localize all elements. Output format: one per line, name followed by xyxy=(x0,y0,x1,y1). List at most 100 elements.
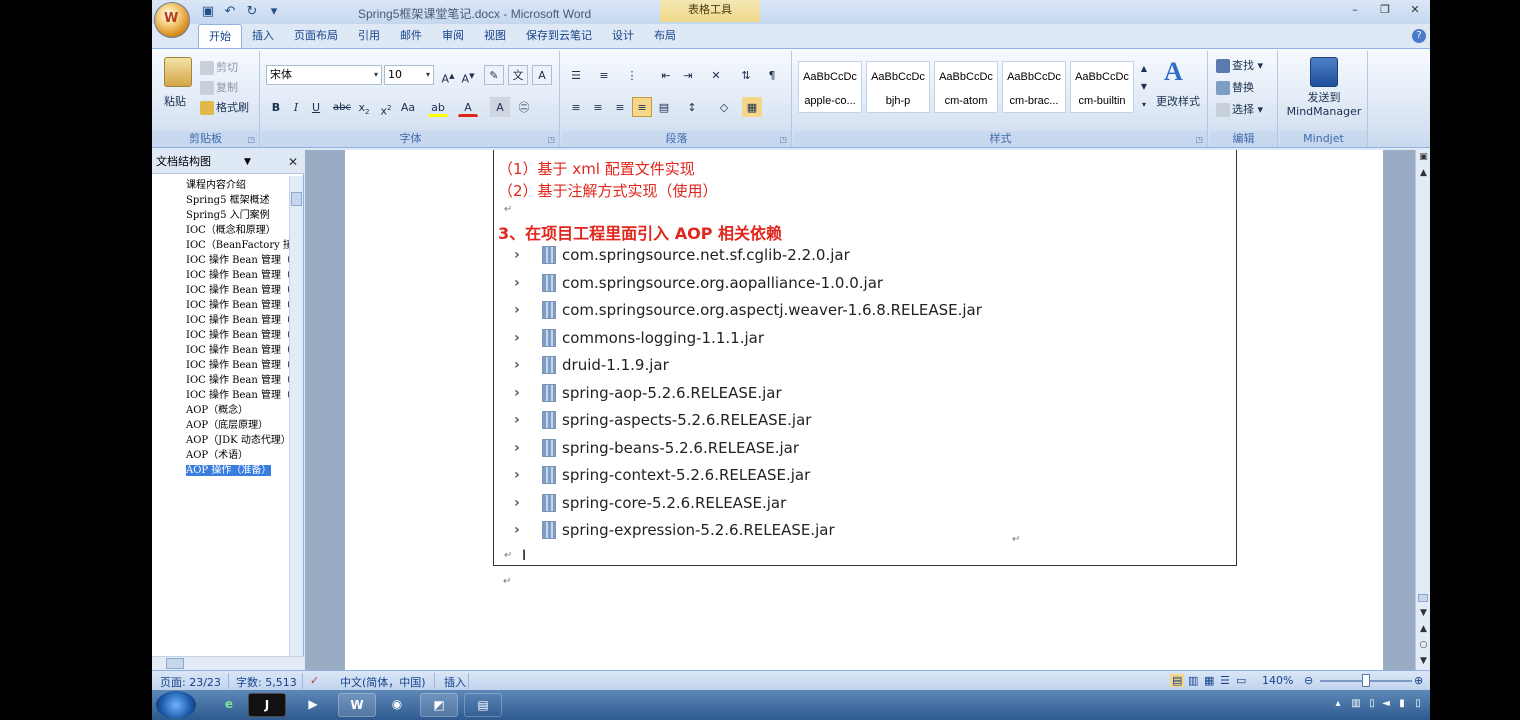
table-cell[interactable]: （1）基于 xml 配置文件实现 （2）基于注解方式实现（使用） ↵ 3、在项目… xyxy=(493,150,1237,566)
style-apple-co[interactable]: AaBbCcDc apple-co... xyxy=(798,61,862,113)
enclose-char-icon[interactable]: ㊁ xyxy=(514,97,534,117)
char-shading-icon[interactable]: A xyxy=(490,97,510,117)
close-button[interactable]: ✕ xyxy=(1400,0,1430,20)
docmap-item[interactable]: AOP（概念） xyxy=(152,403,289,418)
insert-mode[interactable]: 插入 xyxy=(444,674,466,690)
tab-insert[interactable]: 插入 xyxy=(242,24,284,48)
change-case-button[interactable]: Aa xyxy=(398,97,418,117)
previous-page-icon[interactable]: ▲ xyxy=(1418,624,1429,635)
grow-font-button[interactable]: A▲ xyxy=(438,65,458,86)
jar-item[interactable]: › spring-beans-5.2.6.RELEASE.jar xyxy=(514,437,799,459)
docmap-item[interactable]: IOC 操作 Bean 管理（ xyxy=(152,388,289,403)
language-status[interactable]: 中文(简体，中国) xyxy=(340,674,426,690)
restore-button[interactable]: ❐ xyxy=(1370,0,1400,20)
font-name-combo[interactable]: 宋体 ▾ xyxy=(266,65,382,85)
find-button[interactable]: 查找 ▾ xyxy=(1216,57,1263,73)
tab-references[interactable]: 引用 xyxy=(348,24,390,48)
zoom-in-icon[interactable]: ⊕ xyxy=(1414,674,1423,687)
style-bjh-p[interactable]: AaBbCcDc bjh-p xyxy=(866,61,930,113)
page-count[interactable]: 页面: 23/23 xyxy=(160,674,221,690)
docmap-item[interactable]: 课程内容介绍 xyxy=(152,178,289,193)
scroll-thumb[interactable] xyxy=(1418,594,1428,602)
docmap-vertical-scrollbar[interactable] xyxy=(289,176,303,656)
minimize-button[interactable]: – xyxy=(1340,0,1370,20)
print-layout-icon[interactable]: ▤ xyxy=(1170,674,1185,687)
ruler-toggle-icon[interactable]: ▣ xyxy=(1418,152,1429,163)
undo-icon[interactable]: ↶ xyxy=(222,4,238,20)
jar-item[interactable]: › spring-context-5.2.6.RELEASE.jar xyxy=(514,464,810,486)
jar-item[interactable]: › com.springsource.org.aspectj.weaver-1.6… xyxy=(514,299,982,321)
shrink-font-button[interactable]: A▼ xyxy=(458,65,478,86)
tab-mailings[interactable]: 邮件 xyxy=(390,24,432,48)
taskbar-player-icon[interactable]: ▶ xyxy=(294,693,332,717)
jar-item[interactable]: › spring-aop-5.2.6.RELEASE.jar xyxy=(514,382,782,404)
tab-page-layout[interactable]: 页面布局 xyxy=(284,24,348,48)
tab-home[interactable]: 开始 xyxy=(198,24,242,48)
jar-item[interactable]: › druid-1.1.9.jar xyxy=(514,354,669,376)
docmap-item[interactable]: IOC 操作 Bean 管理（ xyxy=(152,373,289,388)
docmap-item[interactable]: IOC（概念和原理） xyxy=(152,223,289,238)
multilevel-list-icon[interactable]: ⋮ xyxy=(622,65,642,85)
scroll-thumb[interactable] xyxy=(291,192,302,206)
redo-icon[interactable]: ↻ xyxy=(244,4,260,20)
align-center-icon[interactable]: ≡ xyxy=(588,97,608,117)
shading-icon[interactable]: ◇ xyxy=(714,97,734,117)
tray-arrow-icon[interactable]: ▴ xyxy=(1332,698,1344,710)
style-cm-atom[interactable]: AaBbCcDc cm-atom xyxy=(934,61,998,113)
tray-flag-icon[interactable]: ▮ xyxy=(1396,698,1408,710)
docmap-item[interactable]: IOC 操作 Bean 管理（ xyxy=(152,343,289,358)
sort-icon[interactable]: ⇅ xyxy=(736,65,756,85)
borders-icon[interactable]: ▦ xyxy=(742,97,762,117)
docmap-item[interactable]: IOC 操作 Bean 管理（ xyxy=(152,268,289,283)
taskbar-word-icon[interactable]: W xyxy=(338,693,376,717)
scroll-thumb[interactable] xyxy=(166,658,184,669)
align-left-icon[interactable]: ≡ xyxy=(566,97,586,117)
change-styles-icon[interactable]: A xyxy=(1164,57,1183,87)
taskbar-folder-icon[interactable]: ▤ xyxy=(464,693,502,717)
taskbar-chrome-icon[interactable]: ◉ xyxy=(378,693,416,717)
style-cm-builtin[interactable]: AaBbCcDc cm-builtin xyxy=(1070,61,1134,113)
taskbar-ie-icon[interactable]: e xyxy=(210,693,248,717)
tab-view[interactable]: 视图 xyxy=(474,24,516,48)
strikethrough-button[interactable]: abc xyxy=(332,97,352,117)
docmap-item[interactable]: IOC 操作 Bean 管理（ xyxy=(152,283,289,298)
styles-launcher-icon[interactable]: ◳ xyxy=(1195,135,1203,144)
docmap-item[interactable]: IOC 操作 Bean 管理（ xyxy=(152,328,289,343)
clipboard-launcher-icon[interactable]: ◳ xyxy=(247,135,255,144)
docmap-item[interactable]: IOC 操作 Bean 管理（ xyxy=(152,313,289,328)
docmap-horizontal-scrollbar[interactable] xyxy=(152,656,304,670)
char-border-icon[interactable]: A xyxy=(532,65,552,85)
clear-format-icon[interactable]: ✎ xyxy=(484,65,504,85)
vertical-scrollbar[interactable]: ▣ ▲ ▼ ▲ ○ ▼ xyxy=(1415,150,1430,670)
style-cm-bracket[interactable]: AaBbCcDc cm-brac... xyxy=(1002,61,1066,113)
tray-app-icon[interactable]: ▯ xyxy=(1412,698,1424,710)
zoom-out-icon[interactable]: ⊖ xyxy=(1304,674,1313,687)
docmap-item[interactable]: IOC 操作 Bean 管理（ xyxy=(152,358,289,373)
font-size-combo[interactable]: 10 ▾ xyxy=(384,65,434,85)
format-painter-button[interactable]: 格式刷 xyxy=(200,99,249,115)
tray-network-icon[interactable]: ▥ xyxy=(1350,698,1362,710)
taskbar-intellij-icon[interactable]: J xyxy=(248,693,286,717)
customize-qat-icon[interactable]: ▾ xyxy=(266,4,282,20)
tab-save-cloud[interactable]: 保存到云笔记 xyxy=(516,24,602,48)
chevron-down-icon[interactable]: ▼ xyxy=(244,150,251,174)
web-layout-icon[interactable]: ▦ xyxy=(1204,674,1214,687)
tray-volume-icon[interactable]: ◄ xyxy=(1380,698,1392,710)
scroll-down-icon[interactable]: ▼ xyxy=(1418,608,1429,619)
send-to-mindmanager-button[interactable]: 发送到 MindManager xyxy=(1284,91,1364,119)
increase-indent-icon[interactable]: ⇥ xyxy=(678,65,698,85)
asian-layout-icon[interactable]: ✕ xyxy=(706,65,726,85)
tab-layout[interactable]: 布局 xyxy=(644,24,686,48)
next-page-icon[interactable]: ▼ xyxy=(1418,656,1429,667)
subscript-button[interactable]: x2 xyxy=(354,97,374,117)
phonetic-guide-icon[interactable]: 文 xyxy=(508,65,528,85)
bold-button[interactable]: B xyxy=(266,97,286,117)
jar-item[interactable]: › spring-core-5.2.6.RELEASE.jar xyxy=(514,492,786,514)
numbering-icon[interactable]: ≡ xyxy=(594,65,614,85)
show-marks-icon[interactable]: ¶ xyxy=(762,65,782,85)
docmap-item[interactable]: Spring5 入门案例 xyxy=(152,208,289,223)
underline-button[interactable]: U xyxy=(306,97,326,117)
styles-gallery-scroll-icon[interactable]: ▲ ▼ ▾ xyxy=(1138,59,1150,113)
superscript-button[interactable]: x2 xyxy=(376,97,396,118)
docmap-item-selected[interactable]: AOP 操作（准备） xyxy=(152,463,289,478)
